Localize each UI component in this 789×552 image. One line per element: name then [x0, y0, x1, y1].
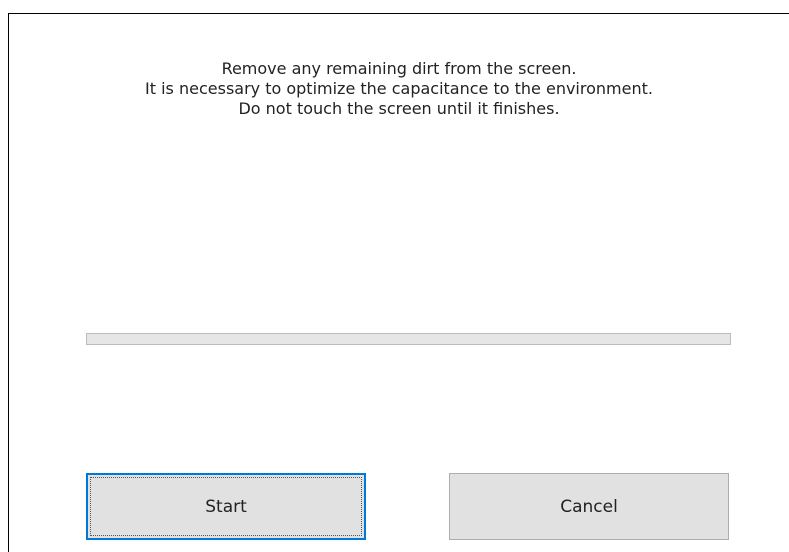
- calibration-dialog: Remove any remaining dirt from the scree…: [8, 13, 789, 552]
- start-button[interactable]: Start: [86, 473, 366, 540]
- instruction-message: Remove any remaining dirt from the scree…: [9, 59, 789, 119]
- instruction-line-2: It is necessary to optimize the capacita…: [145, 79, 653, 98]
- instruction-line-3: Do not touch the screen until it finishe…: [238, 99, 560, 118]
- progress-bar: [86, 333, 731, 345]
- cancel-button[interactable]: Cancel: [449, 473, 729, 540]
- instruction-line-1: Remove any remaining dirt from the scree…: [221, 59, 577, 78]
